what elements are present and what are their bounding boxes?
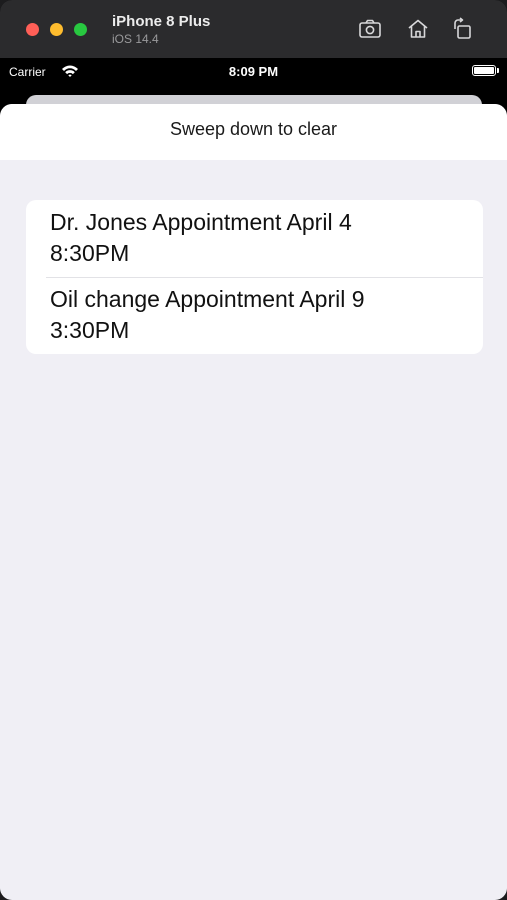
home-icon[interactable] — [406, 17, 430, 41]
appointment-title: Dr. Jones Appointment April 4 — [50, 209, 352, 235]
page-title: Sweep down to clear — [169, 119, 338, 139]
status-time: 8:09 PM — [228, 64, 279, 79]
minimize-window-button[interactable] — [50, 23, 63, 36]
appointment-title: Oil change Appointment April 9 — [50, 286, 365, 312]
list-item[interactable]: Dr. Jones Appointment April 4 8:30PM — [26, 200, 483, 277]
navigation-bar: Sweep down to clear — [0, 104, 507, 160]
battery-icon — [472, 65, 496, 76]
list-item[interactable]: Oil change Appointment April 9 3:30PM — [26, 277, 483, 354]
appointment-list: Dr. Jones Appointment April 4 8:30PM Oil… — [26, 200, 483, 354]
close-window-button[interactable] — [26, 23, 39, 36]
simulator-titlebar: iPhone 8 Plus iOS 14.4 — [0, 0, 507, 58]
device-name: iPhone 8 Plus — [112, 13, 211, 30]
os-version: iOS 14.4 — [112, 32, 159, 46]
maximize-window-button[interactable] — [74, 23, 87, 36]
ios-status-bar: Carrier 8:09 PM — [0, 58, 507, 86]
battery-level — [474, 67, 494, 74]
screenshot-icon[interactable] — [358, 17, 382, 41]
appointment-time: 8:30PM — [50, 240, 130, 266]
appointment-time: 3:30PM — [50, 317, 130, 343]
battery-cap — [497, 68, 499, 73]
modal-sheet[interactable]: Sweep down to clear Dr. Jones Appointmen… — [0, 104, 507, 900]
simulator-window: iPhone 8 Plus iOS 14.4 Carrier 8:09 PM S… — [0, 0, 507, 900]
rotate-icon[interactable] — [451, 17, 475, 41]
